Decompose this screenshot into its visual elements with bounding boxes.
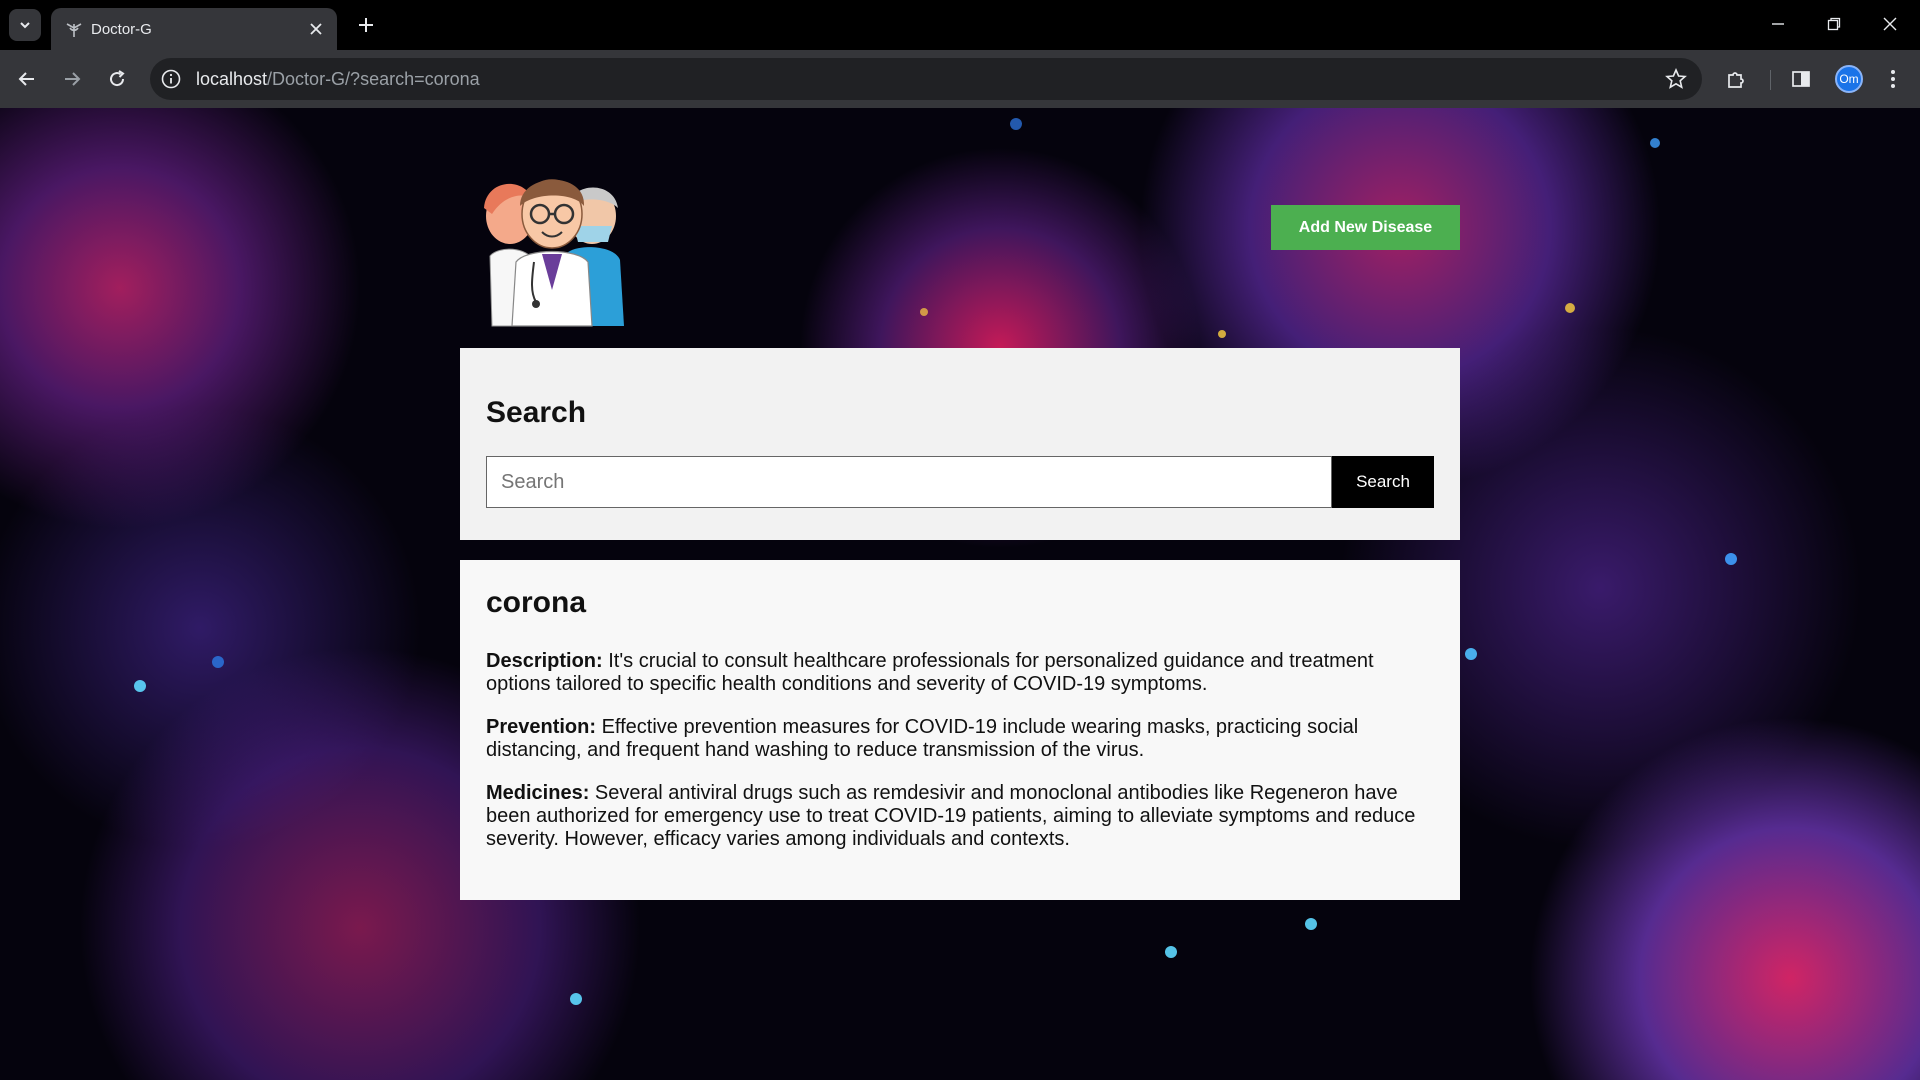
background-particle xyxy=(212,656,224,668)
background-particle xyxy=(1165,946,1177,958)
background-particle xyxy=(1465,648,1477,660)
page-viewport: Add New Disease Search Search corona Des… xyxy=(0,108,1920,1080)
arrow-left-icon xyxy=(18,72,34,86)
description-label: Description: xyxy=(486,650,603,672)
background-particle xyxy=(1305,918,1317,930)
arrow-right-icon xyxy=(65,72,81,86)
background-particle xyxy=(920,308,928,316)
reload-button[interactable] xyxy=(101,63,133,95)
background-particle xyxy=(134,680,146,692)
prevention-paragraph: Prevention: Effective prevention measure… xyxy=(486,716,1436,762)
disease-title: corona xyxy=(486,586,587,619)
forward-button[interactable] xyxy=(56,63,88,95)
background-particle xyxy=(1010,118,1022,130)
caduceus-icon xyxy=(66,23,82,37)
side-panel-icon xyxy=(1792,71,1810,87)
profile-avatar[interactable]: Om xyxy=(1835,65,1863,93)
description-text: It's crucial to consult healthcare profe… xyxy=(486,650,1374,695)
description-paragraph: Description: It's crucial to consult hea… xyxy=(486,650,1436,696)
close-icon xyxy=(310,23,322,35)
url-path: /Doctor-G/?search=corona xyxy=(267,69,480,89)
tab-list-button[interactable] xyxy=(9,9,41,41)
back-button[interactable] xyxy=(11,63,43,95)
minimize-icon xyxy=(1772,23,1784,25)
kebab-menu-icon xyxy=(1891,70,1895,88)
search-input[interactable] xyxy=(486,456,1332,508)
add-new-disease-button[interactable]: Add New Disease xyxy=(1271,205,1460,250)
address-bar[interactable]: localhost/Doctor-G/?search=corona xyxy=(150,58,1702,100)
browser-tab[interactable]: Doctor-G xyxy=(51,8,337,50)
plus-icon xyxy=(359,18,373,32)
browser-tab-bar: Doctor-G xyxy=(0,0,1920,50)
search-card: Search Search xyxy=(460,348,1460,540)
window-close-button[interactable] xyxy=(1870,8,1910,40)
side-panel-button[interactable] xyxy=(1785,63,1817,95)
toolbar-separator xyxy=(1770,70,1771,90)
minimize-button[interactable] xyxy=(1758,8,1798,40)
background-particle xyxy=(1725,553,1737,565)
chevron-down-icon xyxy=(20,22,30,29)
medicines-label: Medicines: xyxy=(486,782,590,804)
tab-title: Doctor-G xyxy=(91,21,152,38)
puzzle-icon xyxy=(1728,72,1744,88)
extensions-button[interactable] xyxy=(1720,63,1752,95)
url-text: localhost/Doctor-G/?search=corona xyxy=(196,69,480,90)
tab-close-button[interactable] xyxy=(305,18,327,40)
prevention-text: Effective prevention measures for COVID-… xyxy=(486,716,1359,761)
bookmark-star-icon[interactable] xyxy=(1664,67,1688,91)
background-particle xyxy=(1218,330,1226,338)
browser-menu-button[interactable] xyxy=(1877,63,1909,95)
new-tab-button[interactable] xyxy=(352,11,380,39)
medicines-paragraph: Medicines: Several antiviral drugs such … xyxy=(486,782,1436,851)
background-particle xyxy=(1565,303,1575,313)
medicines-text: Several antiviral drugs such as remdesiv… xyxy=(486,782,1416,850)
reload-icon xyxy=(110,70,125,87)
search-button[interactable]: Search xyxy=(1332,456,1434,508)
browser-toolbar: localhost/Doctor-G/?search=corona xyxy=(0,50,1920,108)
search-heading: Search xyxy=(486,396,587,429)
doctors-illustration-icon xyxy=(484,179,624,327)
prevention-label: Prevention: xyxy=(486,716,597,738)
restore-icon xyxy=(1827,17,1841,31)
restore-button[interactable] xyxy=(1814,8,1854,40)
url-host: localhost xyxy=(196,69,268,89)
close-icon xyxy=(1883,17,1897,31)
site-info-icon[interactable] xyxy=(160,68,182,90)
background-particle xyxy=(570,993,582,1005)
background-particle xyxy=(1650,138,1660,148)
disease-result-card: corona Description: It's crucial to cons… xyxy=(460,560,1460,900)
